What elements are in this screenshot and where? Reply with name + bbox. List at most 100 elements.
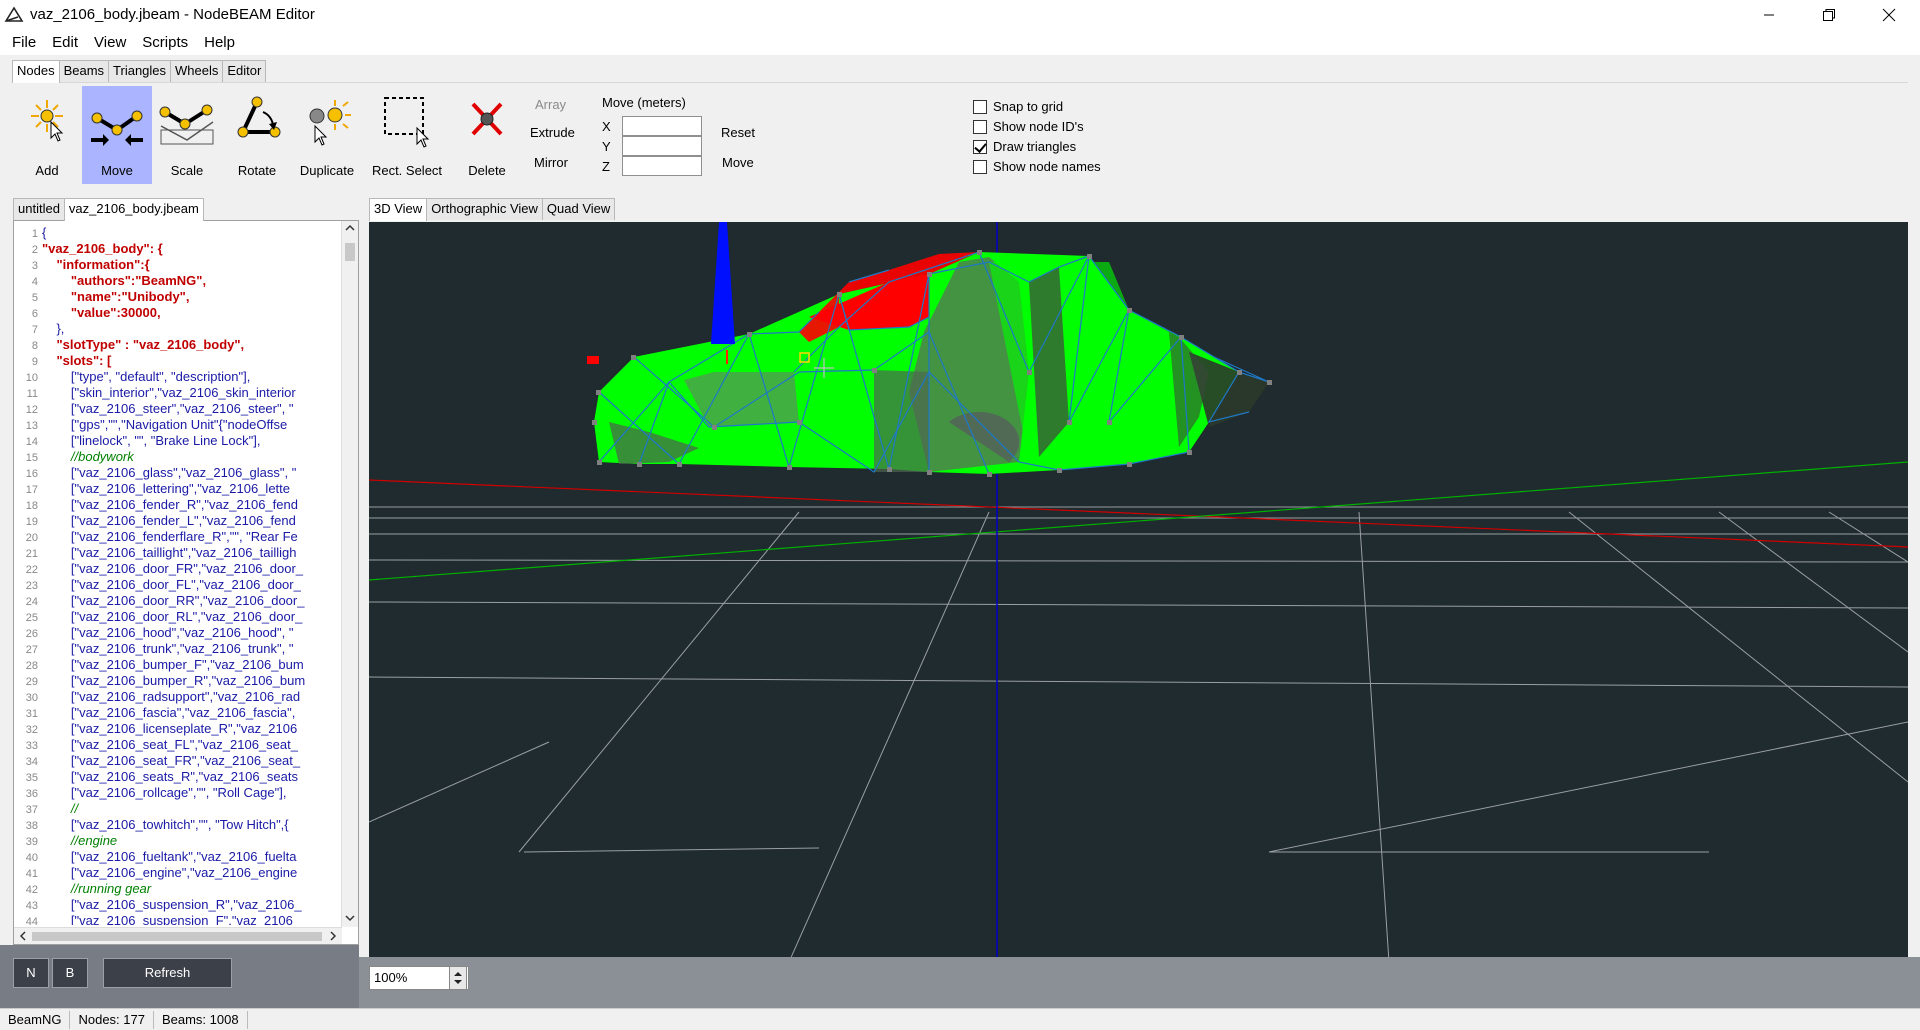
menu-edit[interactable]: Edit — [44, 34, 86, 51]
show-node-names-checkbox[interactable]: Show node names — [973, 159, 1101, 174]
rect-select-button[interactable]: Rect. Select — [367, 86, 447, 184]
code-line: 10 ["type", "default", "description"], — [14, 369, 342, 385]
line-text: ["vaz_2106_fueltank","vaz_2106_fuelta — [42, 849, 297, 864]
line-text: ["vaz_2106_lettering","vaz_2106_lette — [42, 481, 291, 496]
tab-nodes[interactable]: Nodes — [12, 60, 60, 83]
scroll-thumb[interactable] — [345, 243, 355, 261]
code-line: 38 ["vaz_2106_towhitch","", "Tow Hitch",… — [14, 817, 342, 833]
spin-up-icon[interactable] — [454, 972, 462, 976]
line-text: ["vaz_2106_taillight","vaz_2106_tailligh — [42, 545, 297, 560]
tab-editor[interactable]: Editor — [222, 60, 267, 82]
tab-wheels[interactable]: Wheels — [170, 60, 224, 82]
close-icon[interactable] — [1866, 0, 1912, 29]
tab-beams[interactable]: Beams — [58, 60, 110, 82]
code-line: 39 //engine — [14, 833, 342, 849]
move-gizmo[interactable] — [711, 222, 735, 344]
rect-select-icon — [384, 97, 430, 148]
code-line: 14 ["linelock", "", "Brake Line Lock"], — [14, 433, 342, 449]
restore-icon[interactable] — [1806, 0, 1852, 29]
snap-to-grid-checkbox[interactable]: Snap to grid — [973, 99, 1063, 114]
draw-triangles-checkbox[interactable]: Draw triangles — [973, 139, 1076, 154]
delete-button[interactable]: Delete — [452, 86, 522, 184]
scroll-left-icon[interactable] — [16, 928, 30, 944]
scroll-up-icon[interactable] — [342, 221, 358, 235]
code-lines: 1{2 "vaz_2106_body": {3 "information":{4 … — [14, 225, 342, 925]
line-number: 19 — [25, 516, 38, 528]
rect-select-label: Rect. Select — [371, 163, 443, 178]
line-text: //running gear — [42, 881, 152, 896]
line-text: ["vaz_2106_licenseplate_R","vaz_2106 — [42, 721, 298, 736]
line-number: 29 — [25, 676, 38, 688]
minimize-icon[interactable] — [1746, 0, 1792, 29]
reset-button[interactable]: Reset — [721, 125, 755, 140]
line-number: 18 — [25, 500, 38, 512]
code-line: 12 ["vaz_2106_steer","vaz_2106_steer", " — [14, 401, 342, 417]
line-text: ["vaz_2106_radsupport","vaz_2106_rad — [42, 689, 301, 704]
line-text: ["vaz_2106_seats_R","vaz_2106_seats — [42, 769, 298, 784]
menu-view[interactable]: View — [86, 34, 134, 51]
line-number: 43 — [25, 900, 38, 912]
tab-quad-view[interactable]: Quad View — [541, 198, 616, 220]
mirror-button[interactable]: Mirror — [534, 155, 568, 170]
file-tabs: untitled vaz_2106_body.jbeam — [13, 198, 204, 221]
b-button[interactable]: B — [52, 958, 88, 988]
move-apply-button[interactable]: Move — [722, 155, 754, 170]
line-text: ["vaz_2106_fender_R","vaz_2106_fend — [42, 497, 298, 512]
scroll-right-icon[interactable] — [326, 928, 340, 944]
zoom-spinner[interactable] — [449, 966, 467, 990]
horizontal-scrollbar[interactable] — [14, 927, 342, 944]
line-number: 25 — [25, 612, 38, 624]
code-line: 19 ["vaz_2106_fender_L","vaz_2106_fend — [14, 513, 342, 529]
checkbox-box[interactable] — [973, 99, 987, 114]
status-app: BeamNG — [0, 1010, 71, 1029]
n-button[interactable]: N — [13, 958, 49, 988]
duplicate-label: Duplicate — [299, 163, 355, 178]
spin-down-icon[interactable] — [454, 980, 462, 984]
scroll-down-icon[interactable] — [342, 911, 358, 925]
checkbox-box-checked[interactable] — [973, 139, 987, 154]
code-line: 7 }, — [14, 321, 342, 337]
snap-to-grid-label: Snap to grid — [993, 99, 1064, 114]
move-button[interactable]: Move — [82, 86, 152, 184]
tab-untitled[interactable]: untitled — [13, 198, 65, 220]
tab-orthographic-view[interactable]: Orthographic View — [426, 198, 543, 220]
menu-help[interactable]: Help — [196, 34, 243, 51]
line-text: "name":"Unibody", — [42, 289, 190, 304]
add-label: Add — [35, 163, 59, 178]
add-button[interactable]: Add — [12, 86, 82, 184]
code-line: 13 ["gps","","Navigation Unit"{"nodeOffs… — [14, 417, 342, 433]
y-field[interactable] — [622, 136, 702, 156]
tab-vaz-2106-body[interactable]: vaz_2106_body.jbeam — [63, 198, 204, 221]
show-node-ids-checkbox[interactable]: Show node ID's — [973, 119, 1084, 134]
code-line: 6 "value":30000, — [14, 305, 342, 321]
vertical-scrollbar[interactable] — [341, 221, 358, 927]
scale-button[interactable]: Scale — [152, 86, 222, 184]
z-axis-line — [369, 461, 1908, 581]
duplicate-button[interactable]: Duplicate — [292, 86, 362, 184]
rotate-button[interactable]: Rotate — [222, 86, 292, 184]
line-number: 32 — [25, 724, 38, 736]
extrude-button[interactable]: Extrude — [530, 125, 575, 140]
line-text: ["vaz_2106_fenderflare_R","", "Rear Fe — [42, 529, 298, 544]
tab-3d-view[interactable]: 3D View — [369, 198, 428, 221]
x-field[interactable] — [622, 116, 702, 136]
line-number: 9 — [31, 356, 38, 368]
3d-viewport[interactable] — [369, 222, 1908, 957]
refresh-button[interactable]: Refresh — [103, 958, 232, 988]
code-line: 25 ["vaz_2106_door_RL","vaz_2106_door_ — [14, 609, 342, 625]
menu-file[interactable]: File — [4, 34, 44, 51]
menu-scripts[interactable]: Scripts — [134, 34, 196, 51]
line-text: ["vaz_2106_steer","vaz_2106_steer", " — [42, 401, 294, 416]
code-line: 2 "vaz_2106_body": { — [14, 241, 342, 257]
duplicate-node-icon — [309, 100, 351, 146]
code-line: 37 // — [14, 801, 342, 817]
title-bar: vaz_2106_body.jbeam - NodeBEAM Editor — [0, 0, 1920, 29]
status-nodes: Nodes: 177 — [70, 1010, 154, 1029]
z-field[interactable] — [622, 156, 702, 176]
tab-triangles[interactable]: Triangles — [108, 60, 172, 82]
jbeam-code-editor[interactable]: 1{2 "vaz_2106_body": {3 "information":{4 … — [13, 220, 359, 945]
line-number: 11 — [26, 388, 38, 400]
checkbox-box[interactable] — [973, 119, 987, 134]
scroll-thumb[interactable] — [32, 932, 322, 941]
checkbox-box[interactable] — [973, 159, 987, 174]
